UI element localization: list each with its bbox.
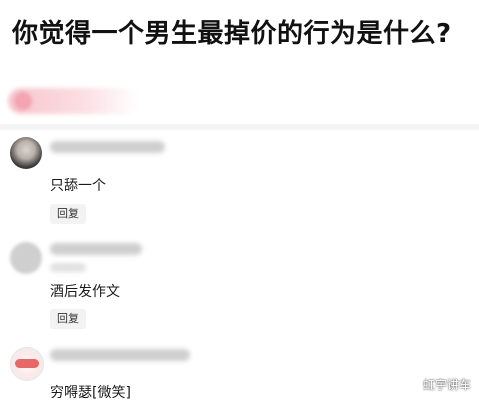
- avatar[interactable]: [10, 347, 44, 381]
- username-redacted: [50, 141, 165, 153]
- comment-text: 只舔一个: [50, 178, 106, 194]
- avatar[interactable]: [10, 137, 42, 169]
- username-redacted: [50, 243, 142, 255]
- promo-icon: [14, 92, 32, 110]
- avatar[interactable]: [10, 242, 42, 274]
- reply-button[interactable]: 回复: [50, 309, 86, 329]
- section-divider: [0, 124, 479, 130]
- comment-text: 穷嘚瑟[微笑]: [50, 385, 131, 401]
- watermark: 虹宇讲车: [422, 378, 471, 392]
- username-redacted: [50, 349, 190, 361]
- brand-logo-icon: [15, 359, 39, 368]
- question-title: 你觉得一个男生最掉价的行为是什么?: [12, 19, 452, 49]
- comment-text: 酒后发作文: [50, 284, 120, 300]
- reply-button[interactable]: 回复: [50, 204, 86, 224]
- meta-redacted: [50, 263, 86, 272]
